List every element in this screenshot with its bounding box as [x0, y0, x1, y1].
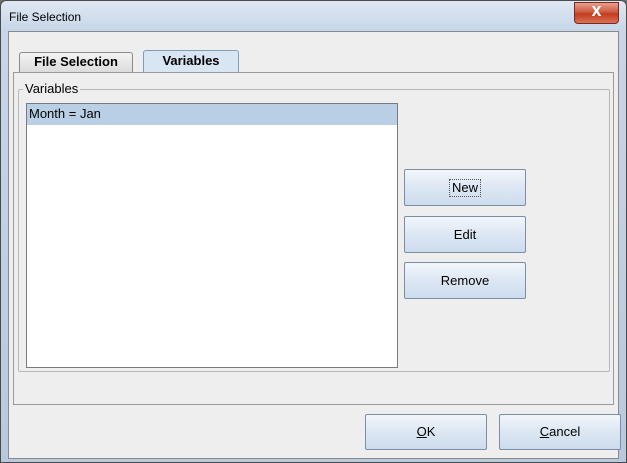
variables-tab-panel: Variables Month = Jan New Edit Remove: [13, 72, 614, 405]
tab-variables[interactable]: Variables: [143, 50, 239, 73]
window-title: File Selection: [9, 10, 82, 24]
close-icon: X: [591, 5, 602, 20]
dialog-window: File Selection X File Selection Variable…: [0, 0, 627, 463]
close-button[interactable]: X: [574, 2, 619, 24]
groupbox-title: Variables: [23, 81, 81, 96]
variables-groupbox: Variables Month = Jan New Edit Remove: [18, 81, 610, 372]
dialog-button-bar: OK Cancel: [9, 406, 621, 458]
cancel-button[interactable]: Cancel: [499, 414, 621, 450]
ok-mnemonic: O: [416, 424, 427, 439]
cancel-label-rest: ancel: [549, 424, 581, 439]
ok-label-rest: K: [426, 424, 436, 439]
new-button-label: New: [448, 179, 481, 197]
remove-button[interactable]: Remove: [404, 262, 526, 299]
new-button[interactable]: New: [404, 169, 526, 206]
dialog-client-area: File Selection Variables Variables Month…: [8, 31, 621, 459]
title-bar[interactable]: File Selection X: [1, 1, 626, 31]
cancel-mnemonic: C: [539, 424, 550, 439]
edit-button[interactable]: Edit: [404, 216, 526, 253]
variables-list[interactable]: Month = Jan: [26, 103, 398, 368]
ok-button[interactable]: OK: [365, 414, 487, 450]
list-item[interactable]: Month = Jan: [27, 104, 397, 125]
tab-file-selection[interactable]: File Selection: [19, 52, 133, 72]
